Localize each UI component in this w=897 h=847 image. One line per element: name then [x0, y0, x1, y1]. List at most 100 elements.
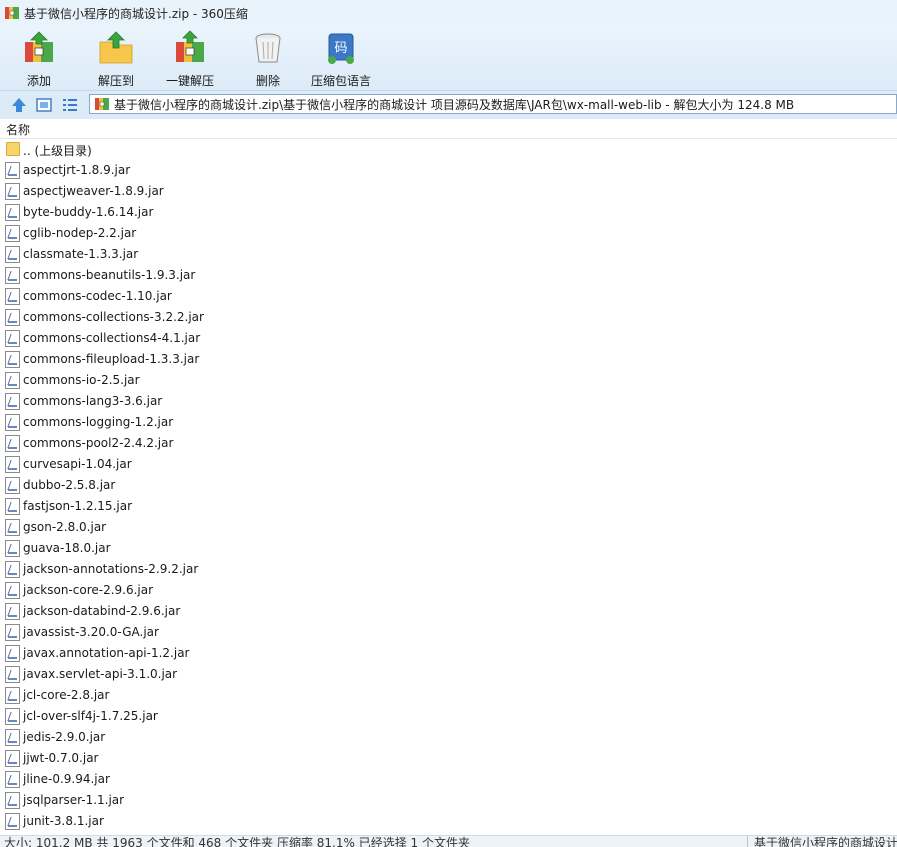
file-row[interactable]: jcl-core-2.8.jar	[0, 685, 897, 706]
parent-directory-row[interactable]: .. (上级目录)	[0, 139, 897, 160]
jar-file-icon	[5, 519, 20, 536]
jar-file-icon	[5, 246, 20, 263]
folder-icon	[6, 142, 20, 156]
one-click-extract-button[interactable]: 一键解压	[166, 30, 214, 88]
file-list: .. (上级目录) aspectjrt-1.8.9.jar aspectjweav…	[0, 139, 897, 835]
status-right-text: 基于微信小程序的商城设计	[747, 836, 897, 847]
file-row[interactable]: aspectjrt-1.8.9.jar	[0, 160, 897, 181]
delete-button[interactable]: 删除	[250, 30, 286, 88]
jar-file-icon	[5, 393, 20, 410]
file-name: jcl-core-2.8.jar	[23, 688, 110, 702]
file-name: jcl-over-slf4j-1.7.25.jar	[23, 709, 158, 723]
file-row[interactable]: javassist-3.20.0-GA.jar	[0, 622, 897, 643]
file-name: commons-io-2.5.jar	[23, 373, 140, 387]
add-archive-icon	[21, 30, 57, 66]
file-row[interactable]: jline-0.9.94.jar	[0, 769, 897, 790]
file-row[interactable]: commons-codec-1.10.jar	[0, 286, 897, 307]
file-row[interactable]: byte-buddy-1.6.14.jar	[0, 202, 897, 223]
address-bar[interactable]: 基于微信小程序的商城设计.zip\基于微信小程序的商城设计 项目源码及数据库\J…	[89, 94, 897, 114]
file-name: commons-collections-3.2.2.jar	[23, 310, 204, 324]
zip-archive-icon	[94, 96, 110, 112]
file-row[interactable]: jsqlparser-1.1.jar	[0, 790, 897, 811]
file-name: javax.annotation-api-1.2.jar	[23, 646, 190, 660]
jar-file-icon	[5, 729, 20, 746]
status-bar: 大小: 101.2 MB 共 1963 个文件和 468 个文件夹 压缩率 81…	[0, 835, 897, 847]
jar-file-icon	[5, 687, 20, 704]
file-name: commons-fileupload-1.3.3.jar	[23, 352, 200, 366]
file-row[interactable]: gson-2.8.0.jar	[0, 517, 897, 538]
jar-file-icon	[5, 498, 20, 515]
archive-language-icon: 码	[323, 30, 359, 66]
file-name: jackson-annotations-2.9.2.jar	[23, 562, 199, 576]
file-name: curvesapi-1.04.jar	[23, 457, 132, 471]
column-header-name[interactable]: 名称	[0, 119, 897, 139]
jar-file-icon	[5, 204, 20, 221]
thumbnail-view-icon[interactable]	[35, 96, 53, 114]
file-row[interactable]: commons-beanutils-1.9.3.jar	[0, 265, 897, 286]
file-row[interactable]: javax.annotation-api-1.2.jar	[0, 643, 897, 664]
jar-file-icon	[5, 267, 20, 284]
jar-file-icon	[5, 666, 20, 683]
file-row[interactable]: commons-fileupload-1.3.3.jar	[0, 349, 897, 370]
file-name: commons-pool2-2.4.2.jar	[23, 436, 174, 450]
parent-directory-label: .. (上级目录)	[23, 144, 92, 158]
trash-bin-icon	[250, 30, 286, 66]
file-name: commons-logging-1.2.jar	[23, 415, 174, 429]
file-name: jline-0.9.94.jar	[23, 772, 110, 786]
file-name: classmate-1.3.3.jar	[23, 247, 139, 261]
jar-file-icon	[5, 351, 20, 368]
file-name: javassist-3.20.0-GA.jar	[23, 625, 159, 639]
file-row[interactable]: jackson-annotations-2.9.2.jar	[0, 559, 897, 580]
file-row[interactable]: jackson-core-2.9.6.jar	[0, 580, 897, 601]
jar-file-icon	[5, 456, 20, 473]
file-row[interactable]: cglib-nodep-2.2.jar	[0, 223, 897, 244]
file-name: commons-lang3-3.6.jar	[23, 394, 163, 408]
file-row[interactable]: javax.servlet-api-3.1.0.jar	[0, 664, 897, 685]
jar-file-icon	[5, 540, 20, 557]
file-name: gson-2.8.0.jar	[23, 520, 107, 534]
file-row[interactable]: fastjson-1.2.15.jar	[0, 496, 897, 517]
file-name: jedis-2.9.0.jar	[23, 730, 106, 744]
file-row[interactable]: commons-collections4-4.1.jar	[0, 328, 897, 349]
archive-language-label: 压缩包语言	[311, 74, 372, 88]
jar-file-icon	[5, 813, 20, 830]
file-row[interactable]: jjwt-0.7.0.jar	[0, 748, 897, 769]
file-name: byte-buddy-1.6.14.jar	[23, 205, 154, 219]
column-header-label: 名称	[6, 123, 31, 137]
jar-file-icon	[5, 561, 20, 578]
jar-file-icon	[5, 477, 20, 494]
up-arrow-icon[interactable]	[10, 96, 28, 114]
file-row[interactable]: classmate-1.3.3.jar	[0, 244, 897, 265]
file-name: jjwt-0.7.0.jar	[23, 751, 99, 765]
add-button[interactable]: 添加	[21, 30, 57, 88]
file-row[interactable]: aspectjweaver-1.8.9.jar	[0, 181, 897, 202]
file-name: jackson-core-2.9.6.jar	[23, 583, 154, 597]
file-row[interactable]: commons-logging-1.2.jar	[0, 412, 897, 433]
file-row[interactable]: commons-lang3-3.6.jar	[0, 391, 897, 412]
file-row[interactable]: jcl-over-slf4j-1.7.25.jar	[0, 706, 897, 727]
jar-file-icon	[5, 582, 20, 599]
file-name: aspectjrt-1.8.9.jar	[23, 163, 131, 177]
file-row[interactable]: dubbo-2.5.8.jar	[0, 475, 897, 496]
file-row[interactable]: guava-18.0.jar	[0, 538, 897, 559]
archive-language-button[interactable]: 码 压缩包语言	[311, 30, 371, 88]
delete-label: 删除	[255, 74, 280, 88]
jar-file-icon	[5, 330, 20, 347]
address-row: 基于微信小程序的商城设计.zip\基于微信小程序的商城设计 项目源码及数据库\J…	[0, 90, 897, 119]
archive-language-badge: 码	[334, 41, 347, 56]
file-name: aspectjweaver-1.8.9.jar	[23, 184, 164, 198]
file-row[interactable]: commons-collections-3.2.2.jar	[0, 307, 897, 328]
extract-to-button[interactable]: 解压到	[98, 30, 134, 88]
file-row[interactable]: curvesapi-1.04.jar	[0, 454, 897, 475]
jar-file-icon	[5, 645, 20, 662]
one-click-extract-label: 一键解压	[166, 74, 215, 88]
file-row[interactable]: commons-pool2-2.4.2.jar	[0, 433, 897, 454]
jar-file-icon	[5, 603, 20, 620]
extract-to-label: 解压到	[98, 74, 135, 88]
list-view-icon[interactable]	[61, 96, 79, 114]
file-name: jackson-databind-2.9.6.jar	[23, 604, 181, 618]
file-row[interactable]: jedis-2.9.0.jar	[0, 727, 897, 748]
file-row[interactable]: jackson-databind-2.9.6.jar	[0, 601, 897, 622]
file-row[interactable]: commons-io-2.5.jar	[0, 370, 897, 391]
file-row[interactable]: junit-3.8.1.jar	[0, 811, 897, 832]
